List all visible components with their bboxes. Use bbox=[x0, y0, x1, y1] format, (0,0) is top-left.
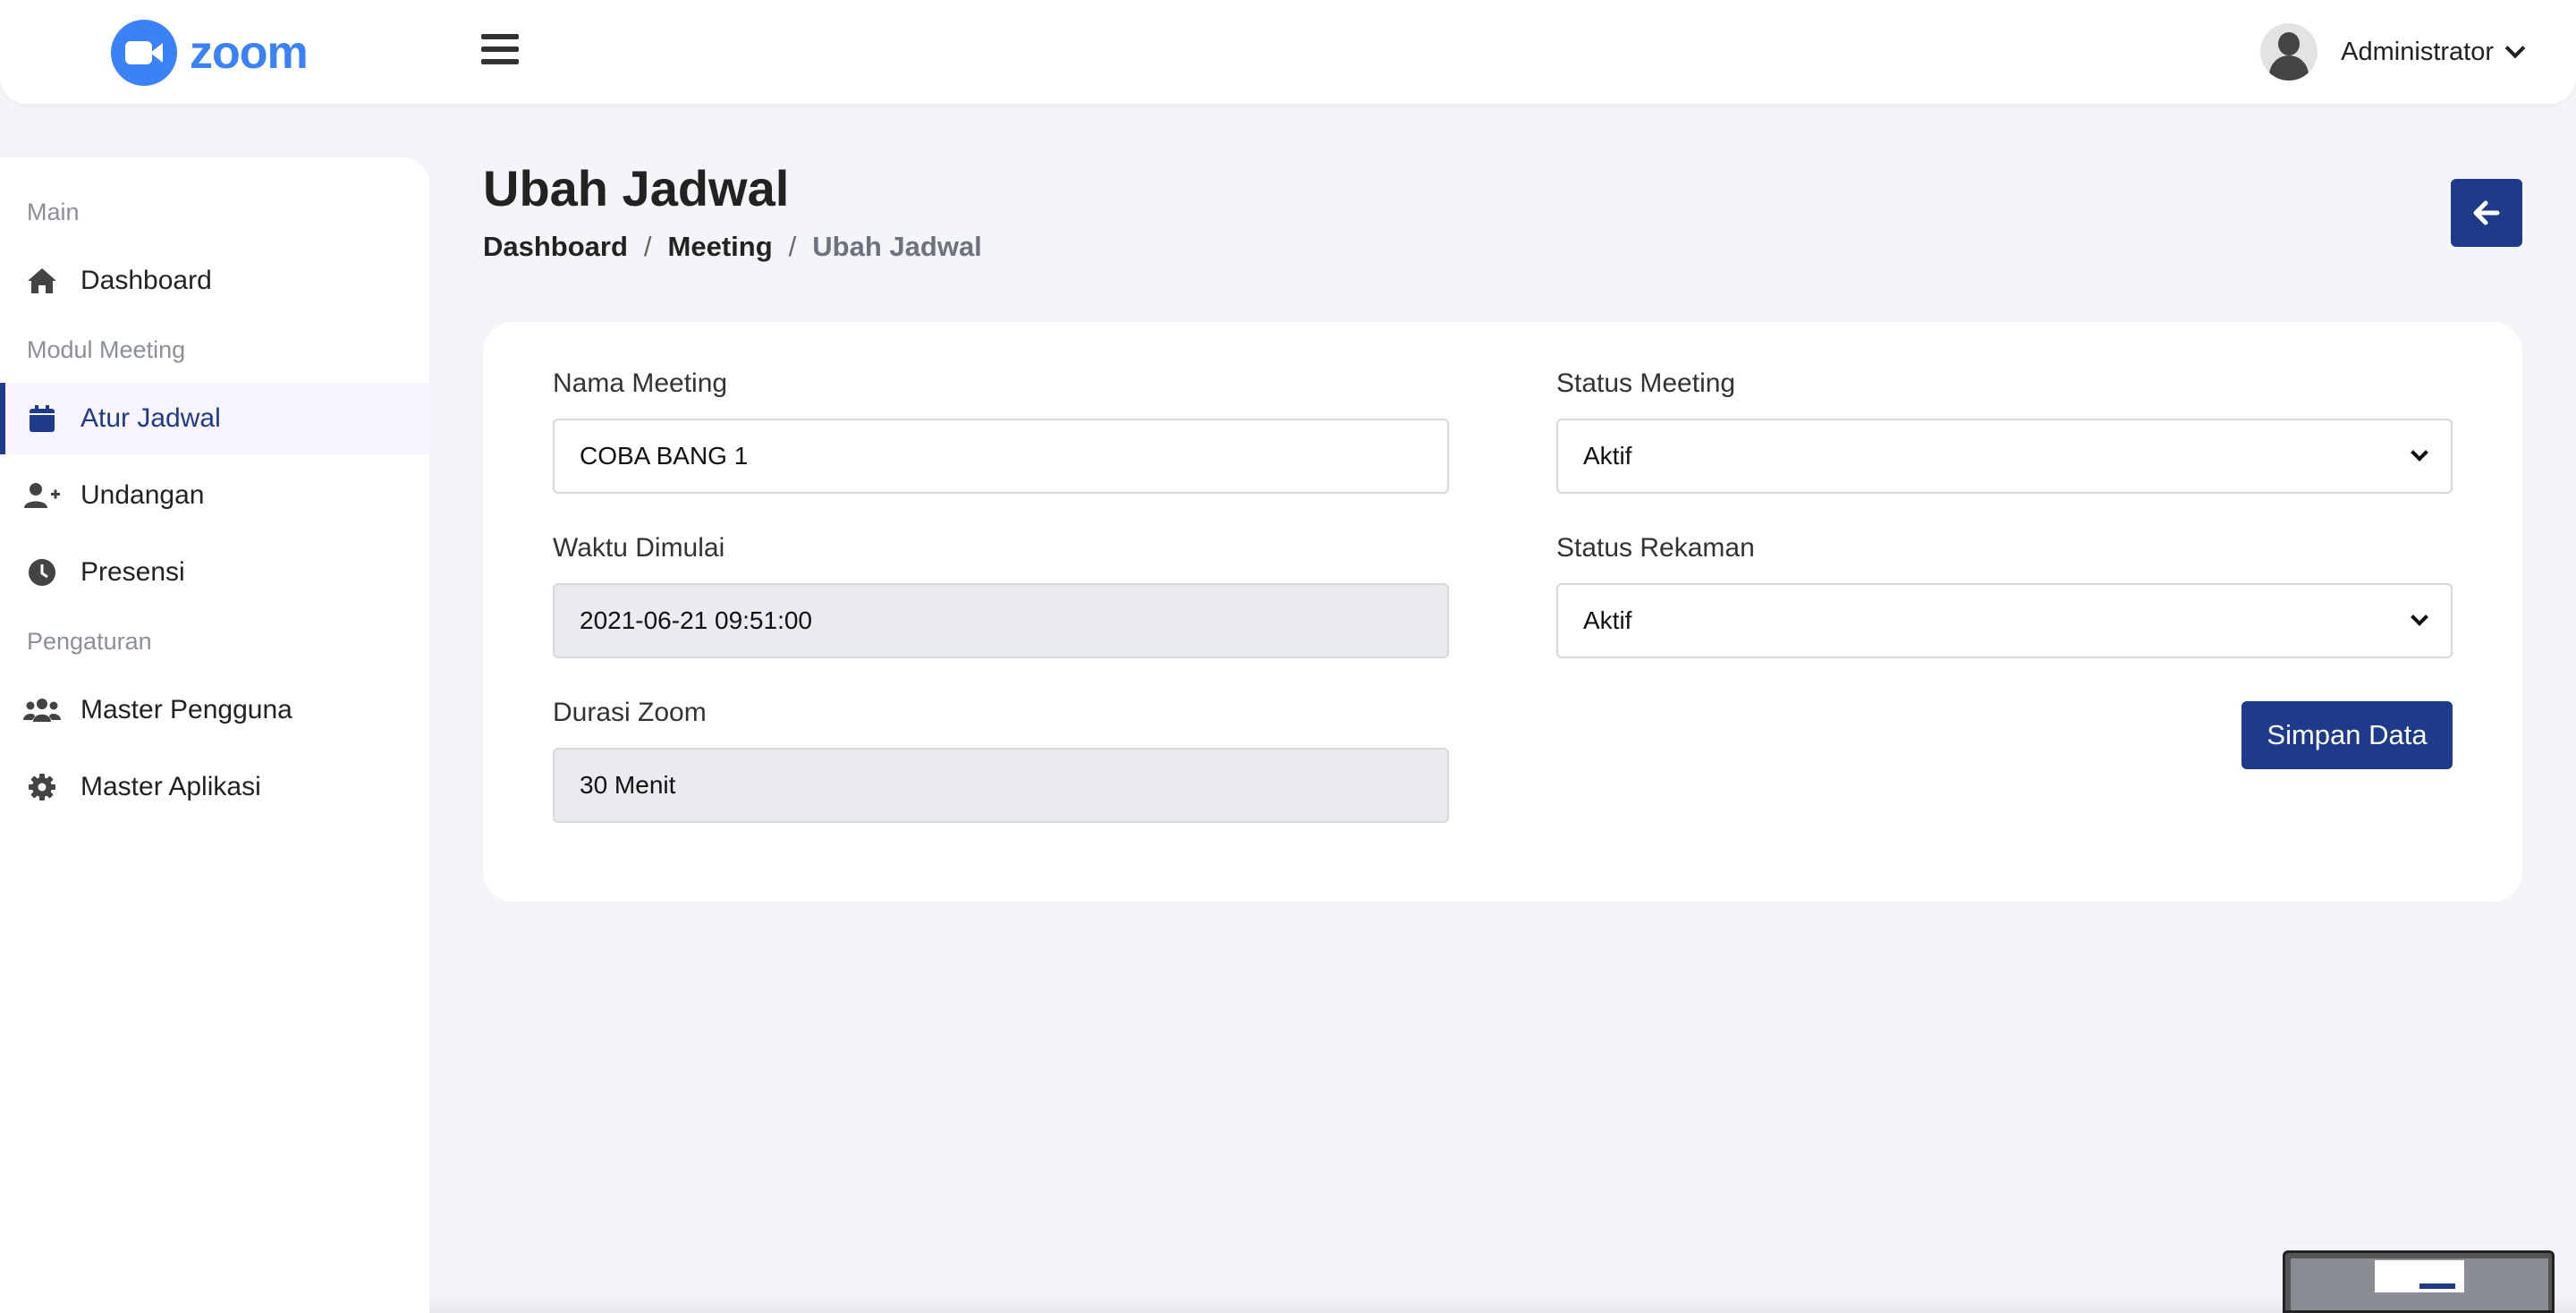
sidebar-item-label: Dashboard bbox=[80, 266, 212, 295]
back-button[interactable] bbox=[2451, 179, 2522, 247]
status-meeting-label: Status Meeting bbox=[1556, 368, 1736, 398]
breadcrumb-separator: / bbox=[788, 231, 797, 262]
breadcrumb-dashboard[interactable]: Dashboard bbox=[483, 231, 628, 263]
status-meeting-value: Aktif bbox=[1583, 442, 1632, 470]
arrow-left-icon bbox=[2473, 200, 2500, 225]
user-plus-icon bbox=[0, 481, 80, 510]
nama-meeting-label: Nama Meeting bbox=[553, 368, 728, 398]
breadcrumb-meeting[interactable]: Meeting bbox=[668, 231, 773, 263]
sidebar-item-label: Master Aplikasi bbox=[80, 772, 261, 801]
screenshot-thumbnail[interactable] bbox=[2283, 1250, 2555, 1313]
status-rekaman-value: Aktif bbox=[1583, 606, 1632, 634]
user-name: Administrator bbox=[2341, 37, 2494, 66]
durasi-zoom-input: 30 Menit bbox=[553, 748, 1449, 823]
page-title: Ubah Jadwal bbox=[483, 160, 790, 216]
sidebar-item-atur-jadwal[interactable]: Atur Jadwal bbox=[0, 383, 429, 454]
sidebar-section-settings: Pengaturan bbox=[27, 628, 152, 655]
user-menu[interactable]: Administrator bbox=[2260, 23, 2526, 80]
breadcrumb-current: Ubah Jadwal bbox=[812, 231, 982, 262]
sidebar-section-meeting: Modul Meeting bbox=[27, 336, 186, 363]
users-icon bbox=[0, 697, 80, 724]
nama-meeting-input[interactable]: COBA BANG 1 bbox=[553, 419, 1449, 494]
chevron-down-icon bbox=[2504, 38, 2526, 59]
durasi-zoom-value: 30 Menit bbox=[580, 771, 676, 799]
nama-meeting-value: COBA BANG 1 bbox=[580, 442, 749, 470]
breadcrumb: Dashboard / Meeting / Ubah Jadwal bbox=[483, 231, 982, 263]
video-camera-icon bbox=[111, 20, 177, 86]
sidebar-section-main: Main bbox=[27, 199, 80, 225]
chevron-down-icon bbox=[2411, 608, 2428, 626]
logo-text: zoom bbox=[190, 27, 309, 79]
waktu-dimulai-value: 2021-06-21 09:51:00 bbox=[580, 606, 812, 634]
sidebar-item-label: Presensi bbox=[80, 557, 185, 587]
sidebar-item-presensi[interactable]: Presensi bbox=[0, 537, 429, 608]
sidebar-item-master-pengguna[interactable]: Master Pengguna bbox=[0, 674, 429, 746]
durasi-zoom-label: Durasi Zoom bbox=[553, 698, 707, 727]
top-navbar: zoom Administrator bbox=[0, 0, 2576, 104]
status-rekaman-label: Status Rekaman bbox=[1556, 533, 1755, 563]
clock-icon bbox=[0, 558, 80, 587]
sidebar-item-undangan[interactable]: Undangan bbox=[0, 460, 429, 531]
zoom-logo[interactable]: zoom bbox=[111, 20, 309, 86]
hamburger-menu-icon[interactable] bbox=[481, 34, 519, 66]
waktu-dimulai-label: Waktu Dimulai bbox=[553, 533, 725, 563]
calendar-icon bbox=[0, 404, 80, 433]
waktu-dimulai-input: 2021-06-21 09:51:00 bbox=[553, 583, 1449, 658]
avatar bbox=[2260, 23, 2318, 80]
gear-icon bbox=[0, 773, 80, 801]
status-rekaman-select[interactable]: Aktif bbox=[1556, 583, 2453, 658]
sidebar-item-label: Undangan bbox=[80, 480, 205, 510]
status-meeting-select[interactable]: Aktif bbox=[1556, 419, 2453, 494]
sidebar-item-label: Master Pengguna bbox=[80, 695, 292, 724]
home-icon bbox=[0, 267, 80, 295]
chevron-down-icon bbox=[2411, 444, 2428, 462]
sidebar-item-label: Atur Jadwal bbox=[80, 403, 221, 433]
bottom-shadow bbox=[429, 1295, 2576, 1313]
sidebar-item-master-aplikasi[interactable]: Master Aplikasi bbox=[0, 751, 429, 823]
save-button[interactable]: Simpan Data bbox=[2241, 701, 2453, 769]
breadcrumb-separator: / bbox=[643, 231, 652, 262]
sidebar-item-dashboard[interactable]: Dashboard bbox=[0, 245, 429, 317]
sidebar: Main Dashboard Modul Meeting Atur Jadwal… bbox=[0, 157, 429, 1313]
